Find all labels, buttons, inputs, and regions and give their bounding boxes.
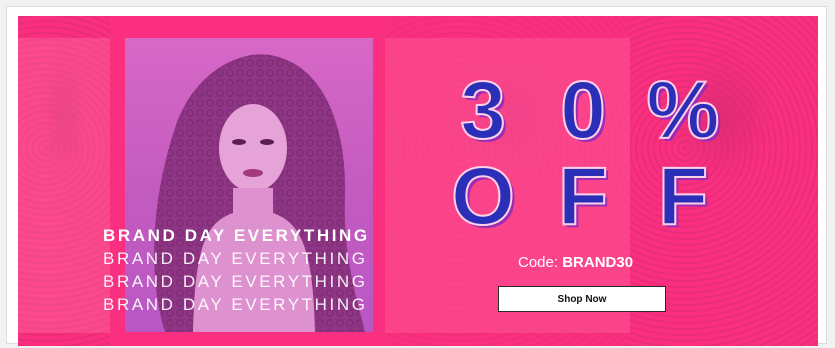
- brand-line: BRAND DAY EVERYTHING: [103, 249, 368, 268]
- side-panel-left: [18, 38, 110, 333]
- headline-row: O F F: [438, 151, 728, 242]
- promo-code-label: Code:: [518, 254, 559, 271]
- promo-code: Code: BRAND30: [518, 254, 633, 271]
- discount-headline: 3 0 % O F F: [438, 65, 728, 242]
- brand-line: BRAND DAY EVERYTHING: [103, 272, 368, 291]
- promo-banner[interactable]: BRAND DAY EVERYTHING BRAND DAY EVERYTHIN…: [18, 16, 818, 346]
- headline-char: O: [450, 151, 516, 242]
- headline-char: %: [646, 65, 721, 156]
- headline-char: 3: [459, 65, 507, 156]
- headline-char: 0: [559, 65, 607, 156]
- brand-day-text: BRAND DAY EVERYTHING BRAND DAY EVERYTHIN…: [103, 224, 403, 316]
- headline-char: F: [657, 151, 709, 242]
- headline-row: 3 0 %: [438, 65, 728, 156]
- brand-line: BRAND DAY EVERYTHING: [103, 226, 370, 245]
- promo-code-value: BRAND30: [562, 254, 634, 271]
- shop-now-button[interactable]: Shop Now: [498, 286, 666, 312]
- headline-char: F: [557, 151, 609, 242]
- brand-line: BRAND DAY EVERYTHING: [103, 295, 368, 314]
